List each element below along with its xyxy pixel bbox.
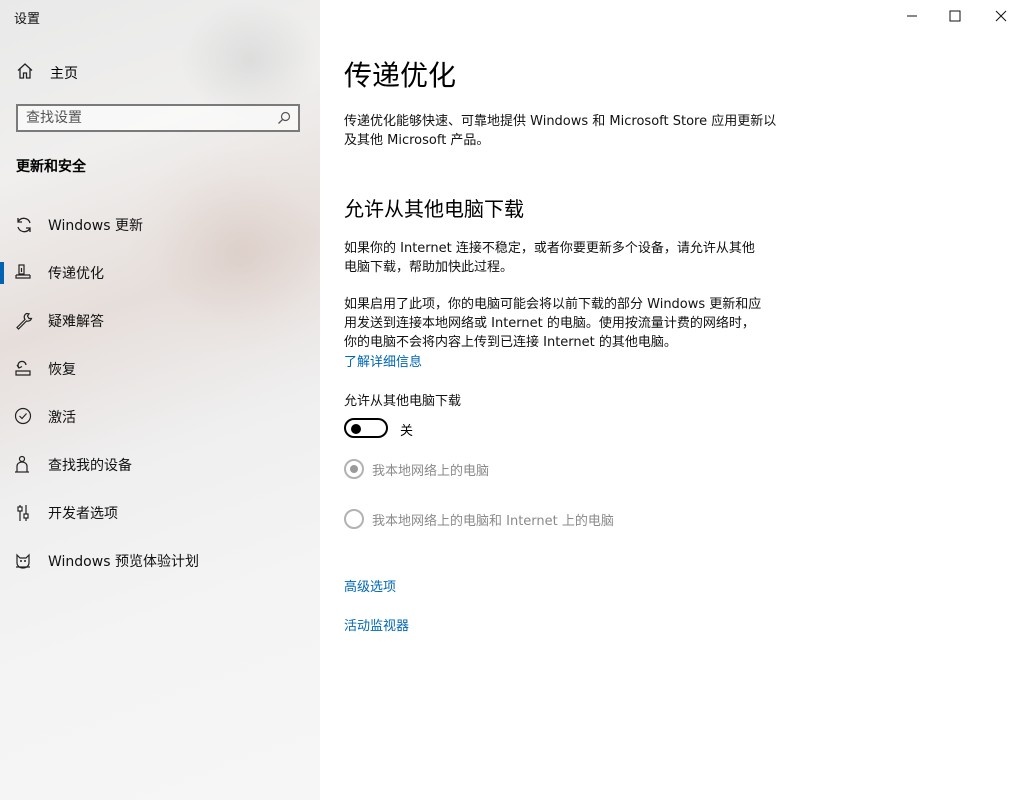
- sidebar-item-windows-insider[interactable]: Windows 预览体验计划: [0, 536, 320, 584]
- para2-line-2: 用发送到连接本地网络或 Internet 的电脑。使用按流量计费的网络时，: [344, 316, 755, 331]
- maximize-button[interactable]: [945, 6, 965, 26]
- sidebar-nav: Windows 更新 传递优化 疑难解答 恢复 激活 查找我的设备 开发者选项 …: [0, 200, 320, 584]
- toggle-state-label: 关: [400, 424, 414, 439]
- page-title: 传递优化: [344, 59, 457, 92]
- radio-label-local: 我本地网络上的电脑: [372, 463, 490, 479]
- para2-line-3: 你的电脑不会将内容上传到已连接 Internet 的其他电脑。: [344, 335, 677, 350]
- close-button[interactable]: [991, 6, 1011, 26]
- radio-button-local[interactable]: [344, 459, 364, 479]
- sidebar-item-label: 恢复: [48, 362, 76, 378]
- sidebar-item-label: 开发者选项: [48, 506, 118, 522]
- toggle-knob: [351, 424, 361, 434]
- sidebar-item-recovery[interactable]: 恢复: [0, 344, 320, 392]
- sidebar-item-developer-options[interactable]: 开发者选项: [0, 488, 320, 536]
- sidebar-item-troubleshoot[interactable]: 疑难解答: [0, 296, 320, 344]
- sidebar-item-label: 查找我的设备: [48, 458, 132, 474]
- radio-label-internet: 我本地网络上的电脑和 Internet 上的电脑: [372, 513, 614, 529]
- section-heading: 更新和安全: [16, 159, 86, 175]
- sidebar: 设置 主页 更新和安全 Windows 更新 传递优化: [0, 0, 320, 800]
- window-title: 设置: [14, 12, 41, 27]
- sidebar-item-windows-update[interactable]: Windows 更新: [0, 200, 320, 248]
- advanced-options-link[interactable]: 高级选项: [344, 576, 396, 595]
- description-paragraph-1: 如果你的 Internet 连接不稳定，或者你要更新多个设备，请允许从其他 电脑…: [344, 239, 794, 277]
- sidebar-item-label: 激活: [48, 410, 76, 426]
- home-nav-item[interactable]: 主页: [16, 62, 78, 84]
- para2-line-1: 如果启用了此项，你的电脑可能会将以前下载的部分 Windows 更新和应: [344, 297, 762, 312]
- sidebar-item-label: 传递优化: [48, 266, 104, 282]
- search-box[interactable]: [16, 104, 300, 132]
- activity-monitor-link[interactable]: 活动监视器: [344, 615, 409, 634]
- intro-text: 传递优化能够快速、可靠地提供 Windows 和 Microsoft Store…: [344, 112, 794, 150]
- sidebar-item-label: Windows 预览体验计划: [48, 554, 199, 570]
- check-circle-icon: [14, 407, 34, 427]
- search-icon[interactable]: [276, 110, 292, 130]
- allow-downloads-toggle[interactable]: [344, 418, 388, 438]
- insider-cat-icon: [14, 551, 34, 571]
- home-icon: [16, 62, 34, 84]
- para1-line-1: 如果你的 Internet 连接不稳定，或者你要更新多个设备，请允许从其他: [344, 241, 755, 256]
- radio-option-local-and-internet[interactable]: 我本地网络上的电脑和 Internet 上的电脑: [344, 509, 614, 529]
- sync-icon: [14, 215, 34, 235]
- home-label: 主页: [50, 66, 78, 82]
- toggle-label: 允许从其他电脑下载: [344, 394, 462, 409]
- search-input[interactable]: [26, 109, 266, 127]
- sidebar-item-label: 疑难解答: [48, 314, 104, 330]
- description-paragraph-2: 如果启用了此项，你的电脑可能会将以前下载的部分 Windows 更新和应 用发送…: [344, 295, 794, 352]
- person-location-icon: [14, 455, 34, 475]
- intro-line-2: 及其他 Microsoft 产品。: [344, 133, 490, 148]
- wrench-icon: [14, 311, 34, 331]
- para1-line-2: 电脑下载，帮助加快此过程。: [344, 260, 514, 275]
- intro-line-1: 传递优化能够快速、可靠地提供 Windows 和 Microsoft Store…: [344, 114, 777, 129]
- radio-button-internet[interactable]: [344, 509, 364, 529]
- delivery-optimization-icon: [14, 263, 34, 283]
- developer-sliders-icon: [14, 503, 34, 523]
- section-subheading: 允许从其他电脑下载: [344, 197, 524, 221]
- learn-more-link[interactable]: 了解详细信息: [344, 351, 422, 370]
- main-content: 传递优化 传递优化能够快速、可靠地提供 Windows 和 Microsoft …: [320, 0, 1024, 800]
- sidebar-item-activation[interactable]: 激活: [0, 392, 320, 440]
- sidebar-item-delivery-optimization[interactable]: 传递优化: [0, 248, 320, 296]
- radio-option-local-network[interactable]: 我本地网络上的电脑: [344, 459, 489, 479]
- sidebar-item-label: Windows 更新: [48, 218, 143, 234]
- recovery-icon: [14, 359, 34, 379]
- sidebar-item-find-my-device[interactable]: 查找我的设备: [0, 440, 320, 488]
- minimize-button[interactable]: [902, 6, 922, 26]
